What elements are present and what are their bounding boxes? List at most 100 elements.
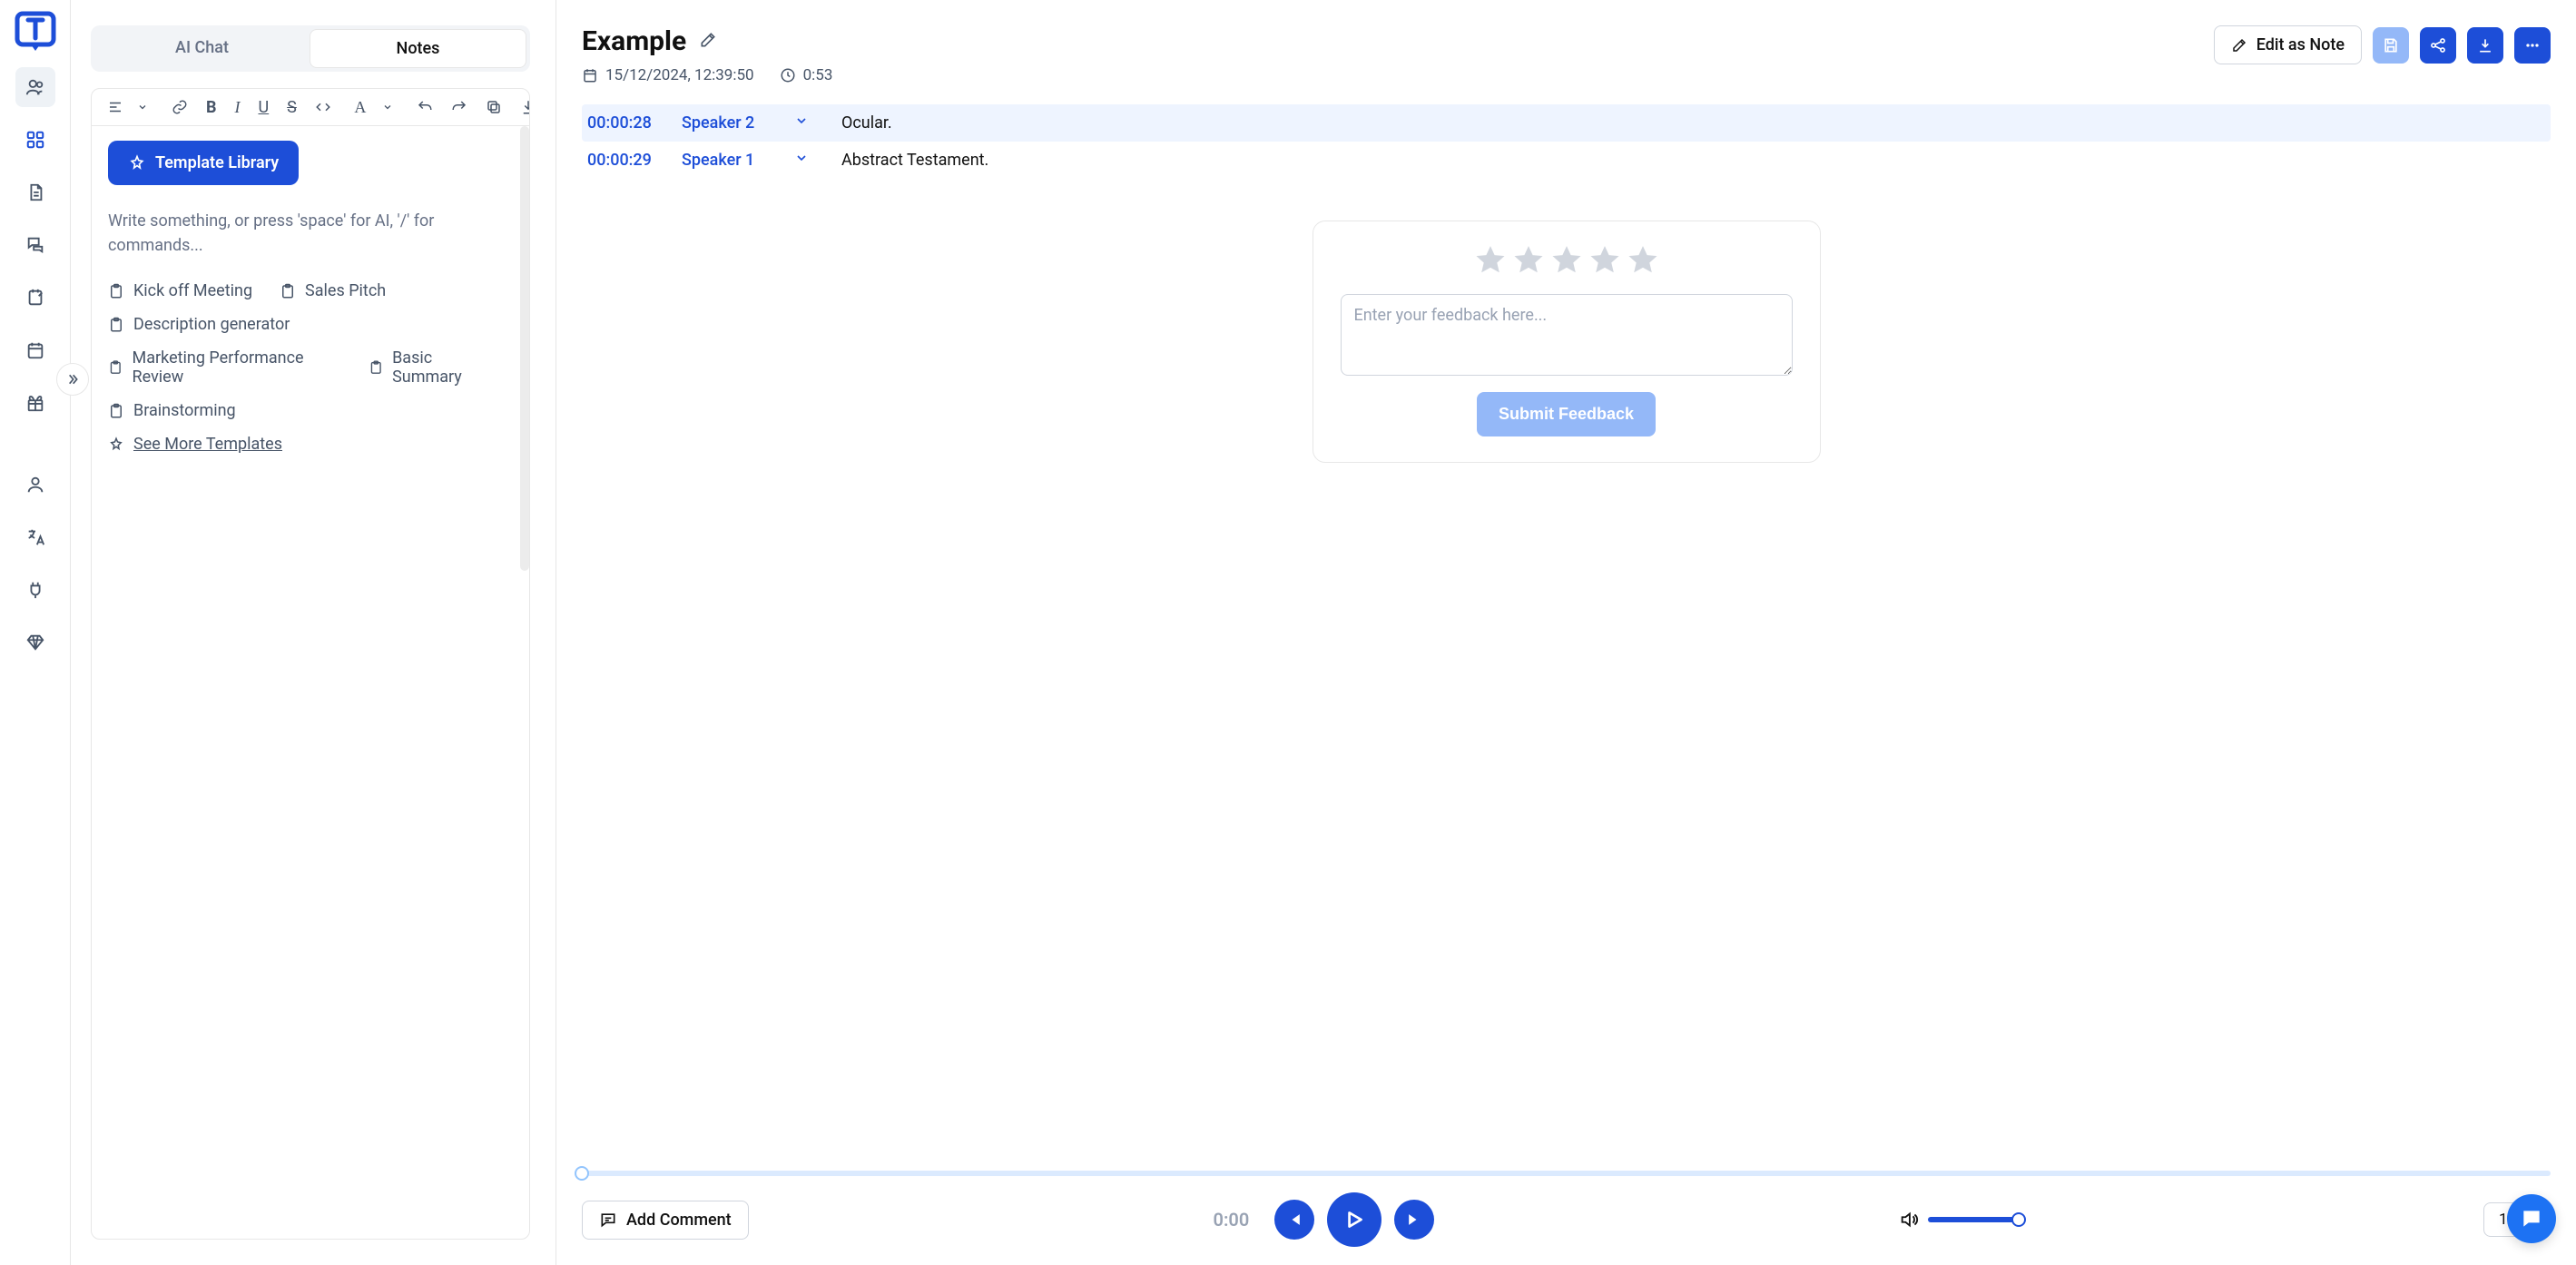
toolbar-copy-icon[interactable]	[486, 96, 502, 118]
star-icon[interactable]	[1588, 243, 1622, 278]
sidebar-chats-icon[interactable]	[15, 225, 55, 265]
template-description-generator[interactable]: Description generator	[108, 315, 290, 334]
toolbar-code-icon[interactable]	[315, 96, 331, 118]
chevron-down-icon[interactable]	[794, 113, 812, 132]
transcript-speaker[interactable]: Speaker 1	[682, 151, 782, 170]
chevron-down-icon[interactable]	[132, 96, 153, 118]
template-basic-summary[interactable]: Basic Summary	[369, 348, 497, 387]
audio-player: Add Comment 0:00 1x	[582, 1171, 2551, 1247]
transcript-row[interactable]: 00:00:28 Speaker 2 Ocular.	[582, 104, 2551, 142]
sidebar-collapse-button[interactable]	[56, 363, 89, 396]
editor-toolbar: B I U S A	[92, 89, 529, 126]
template-sales-pitch[interactable]: Sales Pitch	[280, 281, 386, 300]
more-icon-button[interactable]	[2514, 27, 2551, 64]
scrollbar[interactable]	[520, 126, 529, 571]
toolbar-underline-icon[interactable]: U	[259, 96, 270, 118]
transcript-time: 00:00:28	[587, 113, 669, 132]
playback-progress[interactable]	[582, 1171, 2551, 1176]
skip-forward-button[interactable]	[1394, 1200, 1434, 1240]
toolbar-link-icon[interactable]	[172, 96, 188, 118]
progress-thumb[interactable]	[575, 1166, 589, 1181]
sidebar-gift-icon[interactable]	[15, 383, 55, 423]
sidebar-calendar-icon[interactable]	[15, 330, 55, 370]
toolbar-redo-icon[interactable]	[451, 96, 467, 118]
edit-as-note-button[interactable]: Edit as Note	[2214, 25, 2362, 64]
duration-label: 0:53	[803, 66, 833, 84]
speaker-label: Speaker 2	[682, 113, 754, 132]
sidebar-dashboard-icon[interactable]	[15, 120, 55, 160]
edit-title-icon[interactable]	[699, 31, 717, 53]
transcript-time: 00:00:29	[587, 151, 669, 170]
see-more-label: See More Templates	[133, 435, 282, 454]
toolbar-bold-icon[interactable]: B	[206, 96, 217, 118]
edit-as-note-label: Edit as Note	[2256, 35, 2345, 54]
play-button[interactable]	[1327, 1192, 1381, 1247]
pane-tabs: AI Chat Notes	[91, 25, 530, 72]
share-icon-button[interactable]	[2420, 27, 2456, 64]
volume-track[interactable]	[1928, 1217, 2019, 1222]
sidebar-translate-icon[interactable]	[15, 517, 55, 557]
toolbar-italic-icon[interactable]: I	[235, 96, 241, 118]
page-title: Example	[582, 25, 686, 57]
toolbar-undo-icon[interactable]	[417, 96, 433, 118]
notes-pane: AI Chat Notes B I U S A	[71, 0, 556, 1265]
add-comment-button[interactable]: Add Comment	[582, 1201, 749, 1240]
sidebar	[0, 0, 71, 1265]
template-label: Sales Pitch	[305, 281, 386, 300]
template-label: Kick off Meeting	[133, 281, 252, 300]
toolbar-download-icon[interactable]	[520, 96, 530, 118]
playback-time: 0:00	[1214, 1209, 1250, 1231]
date-label: 15/12/2024, 12:39:50	[605, 66, 754, 84]
star-icon[interactable]	[1473, 243, 1508, 278]
template-label: Description generator	[133, 315, 290, 334]
skip-back-button[interactable]	[1274, 1200, 1314, 1240]
volume-thumb[interactable]	[2011, 1212, 2026, 1227]
editor-card: B I U S A Template Library	[91, 88, 530, 1240]
save-icon-button[interactable]	[2373, 27, 2409, 64]
sidebar-plugin-icon[interactable]	[15, 570, 55, 610]
sidebar-notebook-icon[interactable]	[15, 278, 55, 318]
chevron-down-icon[interactable]	[794, 151, 812, 170]
transcript-text: Ocular.	[841, 113, 892, 132]
sidebar-premium-icon[interactable]	[15, 623, 55, 662]
template-label: Basic Summary	[392, 348, 497, 387]
template-marketing-review[interactable]: Marketing Performance Review	[108, 348, 341, 387]
editor-body[interactable]: Template Library Write something, or pre…	[92, 126, 529, 1239]
download-icon-button[interactable]	[2467, 27, 2503, 64]
transcript-list: 00:00:28 Speaker 2 Ocular. 00:00:29 Spea…	[582, 104, 2551, 179]
sidebar-team-icon[interactable]	[15, 67, 55, 107]
rating-stars[interactable]	[1473, 243, 1660, 278]
star-icon[interactable]	[1511, 243, 1546, 278]
document-duration: 0:53	[780, 66, 833, 84]
toolbar-strike-icon[interactable]: S	[287, 96, 297, 118]
tab-notes[interactable]: Notes	[310, 29, 526, 68]
submit-feedback-button[interactable]: Submit Feedback	[1477, 392, 1656, 436]
template-library-button[interactable]: Template Library	[108, 141, 299, 185]
star-icon[interactable]	[1626, 243, 1660, 278]
sidebar-profile-icon[interactable]	[15, 465, 55, 505]
transcript-text: Abstract Testament.	[841, 151, 988, 170]
toolbar-textcolor-icon[interactable]: A	[349, 96, 371, 118]
add-comment-label: Add Comment	[626, 1211, 732, 1230]
brand-logo[interactable]	[13, 9, 58, 54]
feedback-textarea[interactable]	[1341, 294, 1793, 376]
chat-fab[interactable]	[2507, 1194, 2556, 1243]
sidebar-document-icon[interactable]	[15, 172, 55, 212]
transcript-speaker[interactable]: Speaker 2	[682, 113, 782, 132]
template-brainstorming[interactable]: Brainstorming	[108, 401, 236, 420]
speaker-label: Speaker 1	[682, 151, 754, 170]
editor-placeholder: Write something, or press 'space' for AI…	[108, 209, 513, 258]
transcript-row[interactable]: 00:00:29 Speaker 1 Abstract Testament.	[582, 142, 2551, 179]
tab-ai-chat[interactable]: AI Chat	[94, 29, 310, 68]
star-icon[interactable]	[1549, 243, 1584, 278]
chevron-down-icon[interactable]	[377, 96, 398, 118]
template-library-label: Template Library	[155, 153, 279, 172]
document-date: 15/12/2024, 12:39:50	[582, 66, 754, 84]
template-label: Brainstorming	[133, 401, 236, 420]
volume-control[interactable]	[1899, 1210, 2019, 1230]
transcript-pane: Example 15/12/2024, 12:39:50 0:53	[556, 0, 2576, 1265]
toolbar-paragraph-icon[interactable]	[104, 96, 126, 118]
see-more-templates[interactable]: See More Templates	[108, 435, 282, 454]
feedback-card: Submit Feedback	[1313, 221, 1821, 463]
template-kick-off[interactable]: Kick off Meeting	[108, 281, 252, 300]
